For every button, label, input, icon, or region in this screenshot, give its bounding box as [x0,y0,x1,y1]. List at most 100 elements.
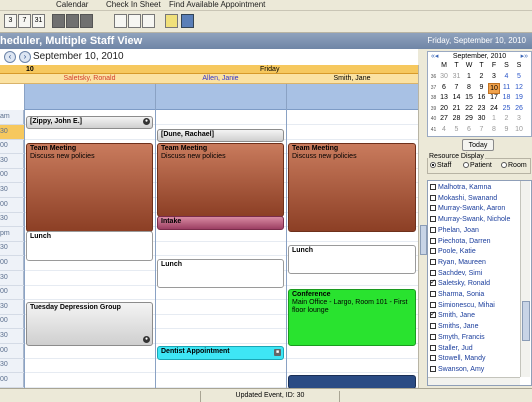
resource-checkbox[interactable] [430,344,436,351]
resource-checkbox[interactable] [430,291,436,297]
calendar-day[interactable]: 30 [476,114,488,123]
resource-checkbox[interactable] [430,269,436,276]
calendar-day[interactable]: 2 [476,72,488,81]
resource-checkbox[interactable] [430,301,436,308]
calendar-day[interactable]: 9 [501,125,513,134]
resource-item[interactable]: Sharma, Sonia [430,290,484,300]
resource-item[interactable]: Saletsky, Ronald [430,278,490,289]
grid-scrollbar[interactable] [418,65,427,388]
calendar-day[interactable]: 3 [513,114,525,123]
menu-find-available-appointment[interactable]: Find Available Appointment [169,0,265,9]
calendar-day[interactable]: 7 [451,83,463,92]
event-lunch[interactable]: Lunch [288,245,416,274]
preview-icon[interactable] [114,14,127,28]
day-view-button[interactable]: 3 [4,14,17,28]
resource-checkbox[interactable] [430,226,436,233]
calendar-day[interactable]: 15 [463,93,475,102]
resource-checkbox[interactable] [430,194,436,201]
calendar-day[interactable]: 31 [451,72,463,81]
resource-checkbox[interactable] [430,310,436,320]
calendar-day[interactable]: 28 [451,114,463,123]
calendar-day[interactable]: 9 [476,83,488,92]
resource-checkbox[interactable] [430,258,436,265]
calendar-day[interactable]: 8 [488,125,500,134]
event-team-meeting[interactable]: Team Meeting Discuss new policies [26,143,153,232]
calendar-day[interactable]: 25 [501,104,513,113]
resource-item[interactable]: Sachdev, Simi [430,269,482,279]
next-month-icon[interactable]: ▸» [521,52,528,62]
month-view-button[interactable]: 31 [32,14,45,28]
resource-item[interactable]: Staller, Jud [430,344,473,354]
resource-checkbox[interactable] [430,248,436,255]
calendar-day[interactable]: 22 [463,104,475,113]
resource-list-scrollbar[interactable] [520,181,530,377]
print-preview-icon[interactable] [128,14,141,28]
resource-item[interactable]: Swanson, Amy [430,365,484,375]
resource-checkbox[interactable] [430,205,436,212]
resource-item[interactable]: Mokashi, Swanand [430,194,497,204]
list-view-icon[interactable] [80,14,93,28]
calendar-day[interactable]: 26 [513,104,525,113]
event-block[interactable] [288,375,416,388]
previous-month-icon[interactable]: «◂ [431,52,438,62]
resource-checkbox[interactable] [430,278,436,288]
week-view-button[interactable]: 7 [18,14,31,28]
event-dentist-appointment[interactable]: Dentist Appointment ■ [157,346,284,360]
calendar-day[interactable]: 18 [501,93,513,102]
staff-column-header[interactable]: Saletsky, Ronald [24,74,155,84]
event-lunch[interactable]: Lunch [26,231,153,261]
resource-checkbox[interactable] [430,323,436,330]
resource-item[interactable]: Smiths, Jane [430,322,478,332]
calendar-day[interactable]: 11 [501,83,513,92]
resource-item[interactable]: Malhotra, Kamna [430,183,491,193]
calendar-day[interactable]: 6 [463,125,475,134]
radio-room[interactable]: Room [501,162,527,169]
resource-item[interactable]: Stowell, Mandy [430,354,485,364]
resource-item[interactable]: Phelan, Joan [430,226,479,236]
resource-item[interactable]: Smith, Jane [430,310,475,321]
calendar-day[interactable]: 14 [451,93,463,102]
scrollbar-thumb[interactable] [420,225,427,255]
calendar-day[interactable]: 2 [501,114,513,123]
notes-icon[interactable] [165,14,178,28]
event-team-meeting[interactable]: Team Meeting Discuss new policies [288,143,416,232]
resource-checkbox[interactable] [430,333,436,340]
resource-checkbox[interactable] [430,184,436,190]
scrollbar-thumb[interactable] [522,301,530,341]
calendar-day[interactable]: 5 [451,125,463,134]
resource-item[interactable]: Piechota, Darren [430,237,491,247]
staff-column-header[interactable]: Smith, Jane [286,74,418,84]
calendar-day[interactable]: 21 [451,104,463,113]
calendar-day[interactable]: 3 [488,72,500,81]
calendar-day[interactable]: 13 [438,93,450,102]
resource-item[interactable]: Smyth, Francis [430,333,485,343]
calendar-day[interactable]: 24 [488,104,500,113]
radio-staff[interactable]: Staff [430,162,451,169]
next-day-icon[interactable]: › [19,51,31,63]
calendar-day[interactable]: 8 [463,83,475,92]
resource-item[interactable]: Simionescu, Mihai [430,301,495,311]
resource-item[interactable]: Murray-Swank, Nichole [430,215,510,225]
staff-column-header[interactable]: Allen, Janie [155,74,286,84]
print-icon[interactable] [142,14,155,28]
calendar-day[interactable]: 10 [488,82,500,94]
menu-check-in-sheet[interactable]: Check In Sheet [106,0,161,9]
resource-checkbox[interactable] [430,216,436,223]
event-conference[interactable]: Conference Main Office - Largo, Room 101… [288,289,416,346]
previous-day-icon[interactable]: ‹ [4,51,16,63]
resource-checkbox[interactable] [430,355,436,362]
all-day-area[interactable] [24,84,418,110]
grid-view-icon[interactable] [66,14,79,28]
radio-patient[interactable]: Patient [463,162,492,169]
resource-checkbox[interactable] [430,237,436,244]
calendar-day[interactable]: 29 [463,114,475,123]
resource-checkbox[interactable] [430,365,436,372]
event-lunch[interactable]: Lunch [157,259,284,288]
calendar-day[interactable]: 4 [501,72,513,81]
calendar-day[interactable]: 27 [438,114,450,123]
calendar-day[interactable]: 16 [476,93,488,102]
today-button[interactable]: Today [462,139,494,151]
calendar-day[interactable]: 7 [476,125,488,134]
resource-list-horizontal-scrollbar[interactable] [428,377,520,385]
calendar-day[interactable]: 17 [488,93,500,102]
